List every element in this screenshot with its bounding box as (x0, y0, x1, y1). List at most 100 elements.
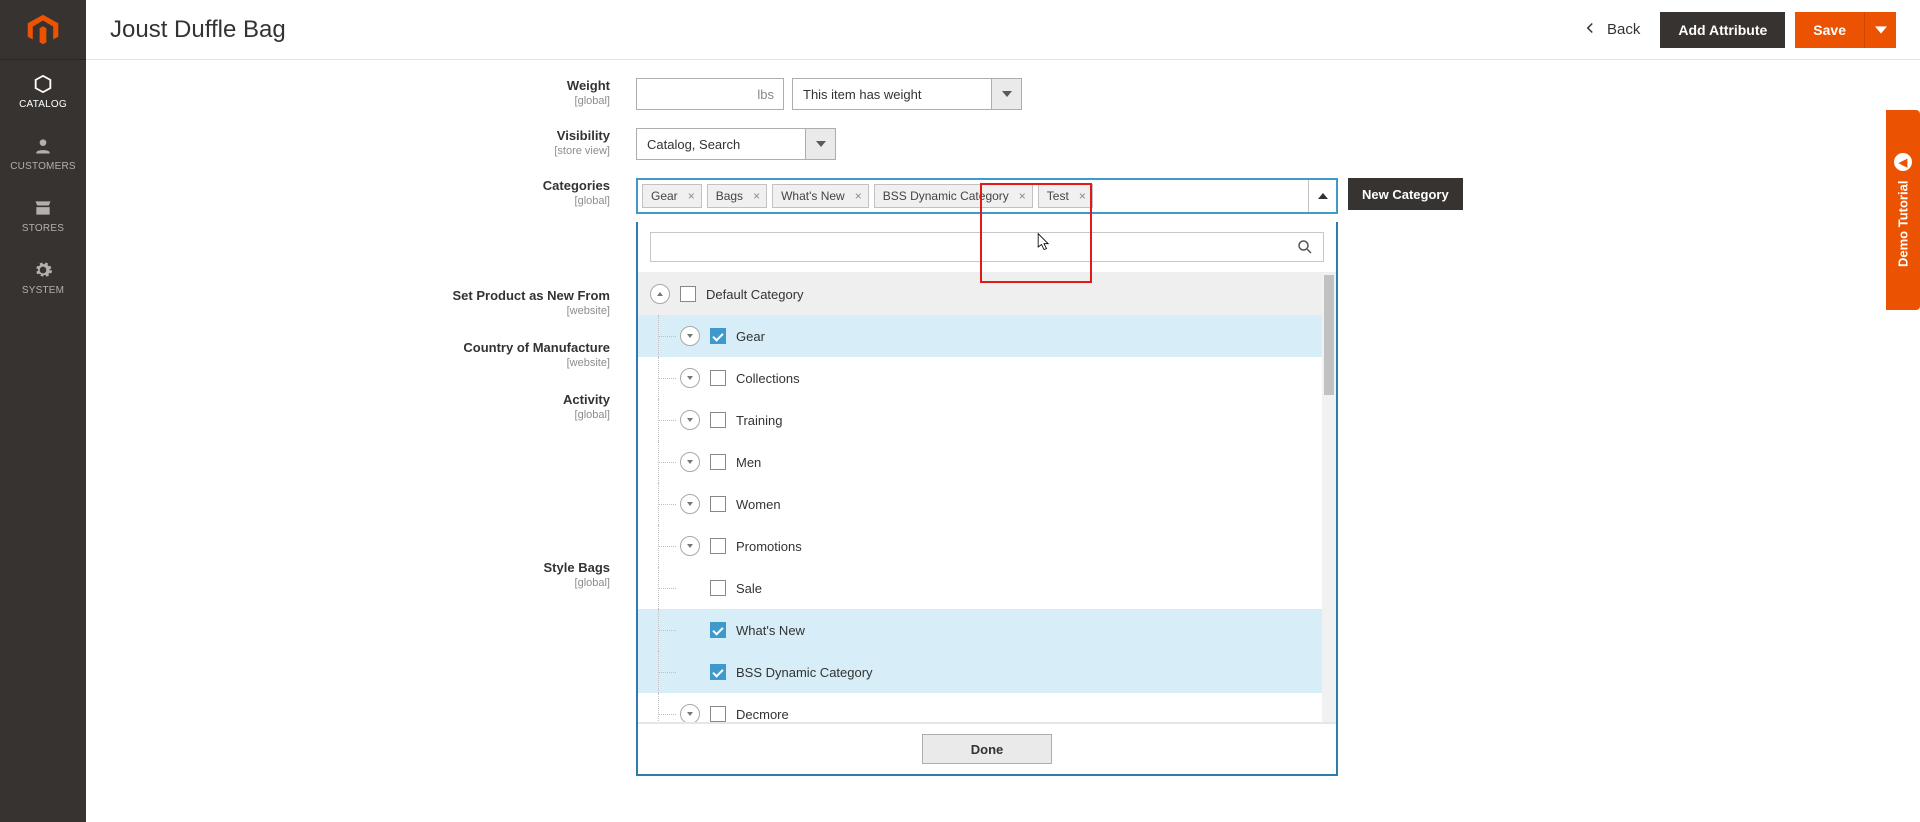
category-tree-item[interactable]: What's New (638, 609, 1336, 651)
magento-logo[interactable] (0, 0, 86, 60)
nav-label: CATALOG (19, 99, 67, 110)
categories-done-button[interactable]: Done (922, 734, 1052, 764)
category-tree-label: Gear (736, 329, 1336, 344)
categories-dropdown-toggle[interactable] (1308, 180, 1336, 212)
category-checkbox[interactable] (710, 370, 726, 386)
category-checkbox[interactable] (710, 454, 726, 470)
remove-token-icon[interactable]: × (1079, 189, 1086, 203)
label-weight: Weight (86, 78, 610, 93)
nav-stores[interactable]: STORES (0, 184, 86, 246)
category-search-input[interactable] (650, 232, 1324, 262)
scope-style: [global] (86, 577, 610, 589)
category-checkbox[interactable] (710, 412, 726, 428)
category-checkbox[interactable] (710, 664, 726, 680)
back-button[interactable]: Back (1571, 19, 1650, 41)
visibility-select[interactable]: Catalog, Search (636, 128, 806, 160)
add-attribute-button[interactable]: Add Attribute (1660, 12, 1785, 48)
tree-spacer (680, 662, 700, 682)
field-visibility: Visibility [store view] Catalog, Search (86, 128, 1920, 160)
label-style: Style Bags (86, 560, 610, 575)
category-tree-item[interactable]: Default Category (638, 273, 1336, 315)
scope-activity: [global] (86, 409, 610, 421)
category-tree-item[interactable]: Decmore (638, 693, 1336, 723)
category-token[interactable]: Bags× (707, 184, 767, 208)
category-token[interactable]: Gear × (642, 184, 702, 208)
visibility-toggle[interactable] (806, 128, 836, 160)
collapse-icon[interactable] (650, 284, 670, 304)
save-button-group: Save (1795, 12, 1896, 48)
categories-multiselect[interactable]: Gear×Bags×What's New×BSS Dynamic Categor… (636, 178, 1338, 214)
categories-dropdown: Default Category Gear Collections Training M… (636, 222, 1338, 776)
back-label: Back (1607, 21, 1640, 38)
nav-catalog[interactable]: CATALOG (0, 60, 86, 122)
scope-visibility: [store view] (86, 145, 610, 157)
scrollbar-thumb[interactable] (1324, 275, 1334, 395)
category-tree-label: Men (736, 455, 1336, 470)
page-title: Joust Duffle Bag (110, 16, 286, 44)
expand-icon[interactable] (680, 326, 700, 346)
category-tree-item[interactable]: Gear (638, 315, 1336, 357)
visibility-value: Catalog, Search (647, 137, 740, 152)
category-tree[interactable]: Default Category Gear Collections Training M… (638, 273, 1336, 723)
remove-token-icon[interactable]: × (753, 189, 760, 203)
label-categories: Categories (86, 178, 610, 193)
category-token-label: Gear (651, 189, 678, 203)
category-tree-item[interactable]: BSS Dynamic Category (638, 651, 1336, 693)
caret-down-icon (1002, 89, 1012, 99)
scope-country: [website] (86, 357, 610, 369)
label-activity: Activity (86, 392, 610, 407)
category-checkbox[interactable] (710, 622, 726, 638)
weight-input[interactable] (636, 78, 784, 110)
nav-customers[interactable]: CUSTOMERS (0, 122, 86, 184)
category-tree-label: Decmore (736, 707, 1336, 722)
category-token[interactable]: BSS Dynamic Category × (874, 184, 1033, 208)
category-tree-label: Promotions (736, 539, 1336, 554)
category-checkbox[interactable] (680, 286, 696, 302)
save-button[interactable]: Save (1795, 12, 1864, 48)
category-tree-label: What's New (736, 623, 1336, 638)
category-checkbox[interactable] (710, 580, 726, 596)
expand-icon[interactable] (680, 368, 700, 388)
expand-icon[interactable] (680, 452, 700, 472)
nav-system[interactable]: SYSTEM (0, 246, 86, 308)
category-tree-item[interactable]: Sale (638, 567, 1336, 609)
category-token-label: BSS Dynamic Category (883, 189, 1009, 203)
product-form: Weight [global] lbs This item has weight (86, 60, 1920, 822)
weight-type-select[interactable]: This item has weight (792, 78, 992, 110)
label-country: Country of Manufacture (86, 340, 610, 355)
category-checkbox[interactable] (710, 328, 726, 344)
expand-icon[interactable] (680, 536, 700, 556)
category-token-label: Test (1047, 189, 1069, 203)
expand-icon[interactable] (680, 410, 700, 430)
weight-type-toggle[interactable] (992, 78, 1022, 110)
category-checkbox[interactable] (710, 496, 726, 512)
tree-scrollbar[interactable] (1322, 273, 1336, 722)
expand-icon[interactable] (680, 704, 700, 723)
remove-token-icon[interactable]: × (1019, 189, 1026, 203)
demo-tutorial-tab[interactable]: Demo Tutorial ◀ (1886, 110, 1920, 310)
expand-icon[interactable] (680, 494, 700, 514)
remove-token-icon[interactable]: × (688, 189, 695, 203)
category-tree-item[interactable]: Men (638, 441, 1336, 483)
cube-icon (32, 73, 54, 95)
category-token[interactable]: What's New× (772, 184, 869, 208)
save-dropdown-toggle[interactable] (1864, 12, 1896, 48)
category-tree-item[interactable]: Promotions (638, 525, 1336, 567)
category-tree-item[interactable]: Women (638, 483, 1336, 525)
category-token[interactable]: Test × (1038, 184, 1093, 208)
category-tree-item[interactable]: Collections (638, 357, 1336, 399)
new-category-button[interactable]: New Category (1348, 178, 1463, 210)
category-checkbox[interactable] (710, 706, 726, 722)
admin-sidebar: CATALOG CUSTOMERS STORES SYSTEM (0, 0, 86, 822)
tree-spacer (680, 578, 700, 598)
label-visibility: Visibility (86, 128, 610, 143)
arrow-left-icon (1581, 19, 1599, 41)
category-tree-item[interactable]: Training (638, 399, 1336, 441)
nav-label: STORES (22, 223, 64, 234)
demo-tutorial-label: Demo Tutorial (1896, 181, 1911, 267)
category-checkbox[interactable] (710, 538, 726, 554)
category-tree-label: Women (736, 497, 1336, 512)
category-tree-label: Training (736, 413, 1336, 428)
remove-token-icon[interactable]: × (855, 189, 862, 203)
category-search (638, 222, 1336, 273)
